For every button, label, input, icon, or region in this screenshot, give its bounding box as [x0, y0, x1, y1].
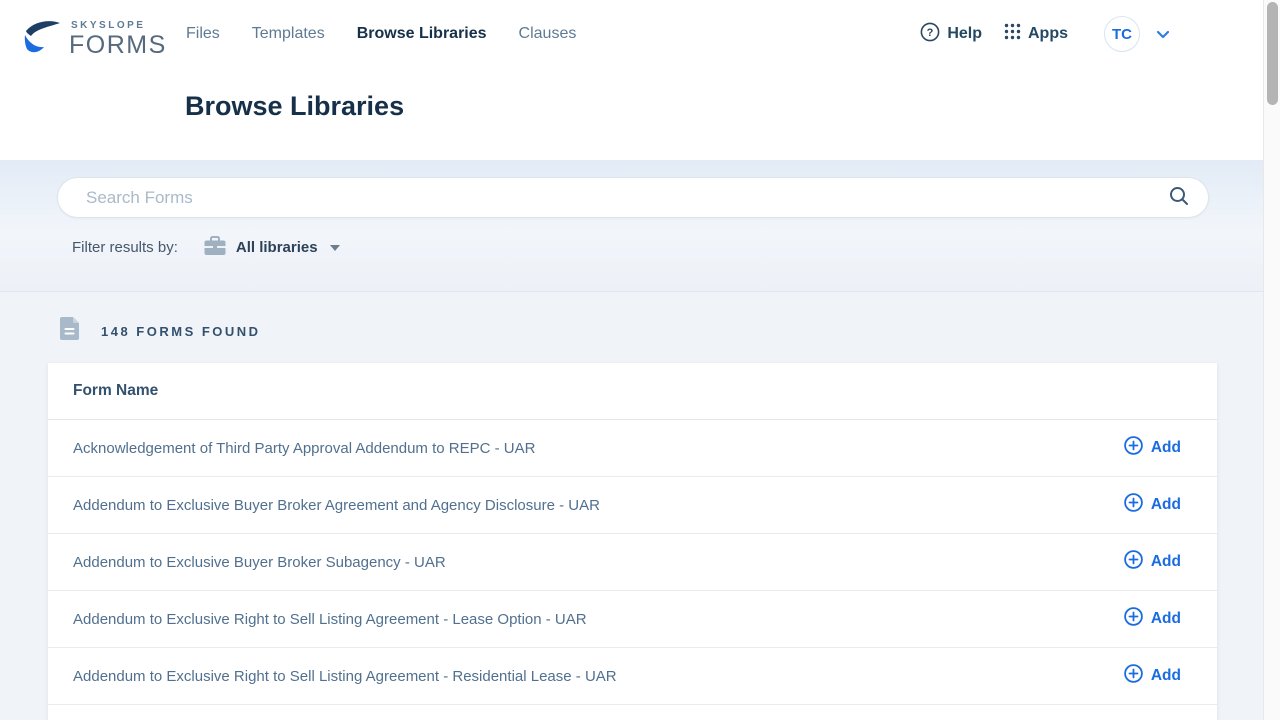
brand-line1: SKYSLOPE	[71, 21, 167, 31]
library-selected-value: All libraries	[236, 239, 318, 256]
header-actions: ? Help Apps TC	[920, 14, 1170, 54]
add-button[interactable]: Add	[1124, 607, 1181, 631]
filter-row: Filter results by: All libraries	[72, 236, 340, 259]
nav-files[interactable]: Files	[186, 25, 220, 43]
form-name: Addendum to Exclusive Buyer Broker Subag…	[73, 554, 446, 571]
form-name: Addendum to Exclusive Right to Sell List…	[73, 668, 617, 685]
add-label: Add	[1151, 610, 1181, 628]
form-name: Acknowledgement of Third Party Approval …	[73, 440, 535, 457]
forms-table: Form Name Acknowledgement of Third Party…	[48, 363, 1217, 720]
caret-down-icon	[330, 245, 340, 251]
form-name: Addendum to Exclusive Right to Sell List…	[73, 611, 587, 628]
search-button[interactable]	[1168, 185, 1190, 210]
plus-circle-icon	[1124, 493, 1143, 517]
nav-browse-libraries[interactable]: Browse Libraries	[357, 25, 487, 43]
add-label: Add	[1151, 667, 1181, 685]
apps-label: Apps	[1028, 25, 1068, 43]
filter-label: Filter results by:	[72, 239, 178, 256]
svg-text:?: ?	[927, 27, 934, 39]
add-button[interactable]: Add	[1124, 550, 1181, 574]
skyslope-swoosh-icon	[22, 18, 62, 61]
add-button[interactable]: Add	[1124, 436, 1181, 460]
help-label: Help	[947, 25, 982, 43]
add-button[interactable]: Add	[1124, 493, 1181, 517]
main-nav: Files Templates Browse Libraries Clauses	[186, 25, 576, 43]
table-row: Addendum to Exclusive Right to Sell List…	[48, 591, 1217, 648]
brand-line2: FORMS	[69, 33, 167, 58]
form-name-column-header: Form Name	[73, 382, 158, 400]
skyslope-forms-logo[interactable]: SKYSLOPE FORMS	[22, 18, 167, 61]
add-label: Add	[1151, 439, 1181, 457]
top-bar: SKYSLOPE FORMS Files Templates Browse Li…	[0, 0, 1280, 160]
nav-templates[interactable]: Templates	[252, 25, 325, 43]
form-list: Acknowledgement of Third Party Approval …	[48, 420, 1217, 705]
add-label: Add	[1151, 496, 1181, 514]
briefcase-icon	[204, 236, 226, 259]
help-button[interactable]: ? Help	[920, 22, 982, 47]
plus-circle-icon	[1124, 607, 1143, 631]
apps-grid-icon	[1004, 23, 1021, 45]
search-section: Filter results by: All libraries	[0, 160, 1280, 292]
nav-clauses[interactable]: Clauses	[519, 25, 577, 43]
search-input[interactable]	[86, 188, 1168, 208]
help-icon: ?	[920, 22, 940, 47]
table-row: Acknowledgement of Third Party Approval …	[48, 420, 1217, 477]
user-menu: TC	[1104, 16, 1170, 52]
plus-circle-icon	[1124, 550, 1143, 574]
table-row: Addendum to Exclusive Buyer Broker Subag…	[48, 534, 1217, 591]
forms-found-row: 148 FORMS FOUND	[60, 317, 261, 345]
add-label: Add	[1151, 553, 1181, 571]
plus-circle-icon	[1124, 664, 1143, 688]
page-scrollbar[interactable]	[1263, 0, 1280, 720]
table-header-row: Form Name	[48, 363, 1217, 420]
plus-circle-icon	[1124, 436, 1143, 460]
apps-button[interactable]: Apps	[1004, 23, 1068, 45]
form-name: Addendum to Exclusive Buyer Broker Agree…	[73, 497, 600, 514]
table-row: Addendum to Exclusive Buyer Broker Agree…	[48, 477, 1217, 534]
scrollbar-thumb[interactable]	[1267, 2, 1278, 105]
page-title: Browse Libraries	[185, 91, 404, 122]
search-icon	[1168, 185, 1190, 210]
library-filter-dropdown[interactable]: All libraries	[204, 236, 340, 259]
document-icon	[60, 317, 79, 345]
chevron-down-icon[interactable]	[1156, 30, 1170, 39]
avatar[interactable]: TC	[1104, 16, 1140, 52]
search-bar	[57, 177, 1209, 218]
forms-found-count: 148 FORMS FOUND	[101, 324, 261, 339]
table-row: Addendum to Exclusive Right to Sell List…	[48, 648, 1217, 705]
add-button[interactable]: Add	[1124, 664, 1181, 688]
results-section: 148 FORMS FOUND Form Name Acknowledgemen…	[0, 293, 1280, 720]
